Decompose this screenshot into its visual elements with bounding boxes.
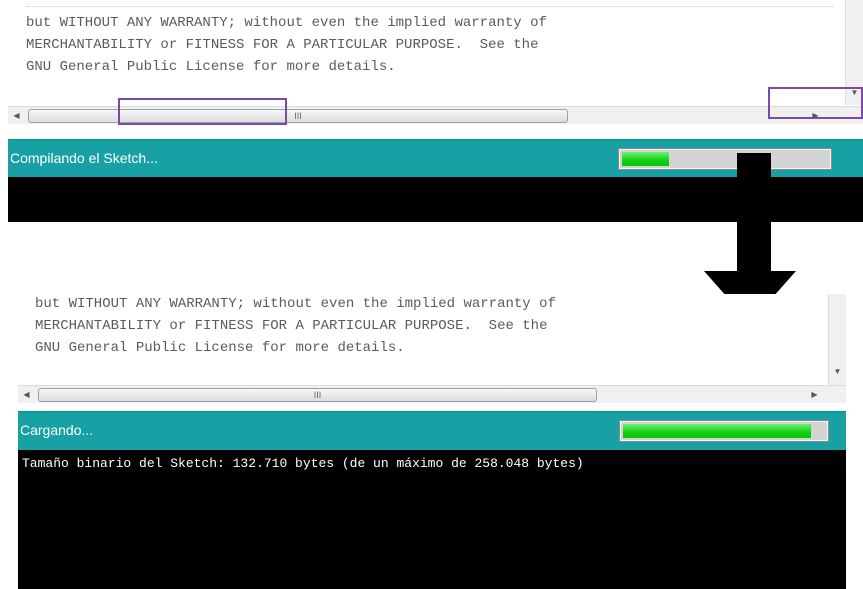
scroll-right-arrow-icon[interactable]: ▶ — [806, 386, 823, 403]
scroll-down-arrow-icon[interactable]: ▼ — [829, 367, 846, 376]
code-editor[interactable]: but WITHOUT ANY WARRANTY; without even t… — [8, 0, 863, 105]
scroll-left-arrow-icon[interactable]: ◀ — [8, 107, 25, 124]
code-editor[interactable]: but WITHOUT ANY WARRANTY; without even t… — [18, 294, 846, 385]
license-line-1: but WITHOUT ANY WARRANTY; without even t… — [26, 15, 547, 31]
highlight-box-scroll-thumb — [118, 98, 287, 125]
status-bar: Cargando... — [18, 411, 846, 450]
scroll-left-arrow-icon[interactable]: ◀ — [18, 386, 35, 403]
status-text: Compilando el Sketch... — [10, 150, 158, 166]
scrollbar-grip: III — [294, 111, 302, 121]
cut-off-text-line — [26, 0, 833, 7]
progress-fill — [623, 424, 811, 438]
license-line-3: GNU General Public License for more deta… — [26, 59, 396, 75]
ide-window-uploading: but WITHOUT ANY WARRANTY; without even t… — [18, 294, 846, 589]
vertical-scrollbar[interactable]: ▼ — [828, 294, 846, 385]
license-line-3: GNU General Public License for more deta… — [35, 340, 405, 356]
status-text: Cargando... — [20, 422, 94, 438]
license-line-2: MERCHANTABILITY or FITNESS FOR A PARTICU… — [26, 37, 539, 53]
horizontal-scrollbar[interactable]: ◀ III ▶ — [18, 385, 846, 403]
console-output: Tamaño binario del Sketch: 132.710 bytes… — [18, 450, 846, 589]
highlight-box-scroll-corner — [768, 87, 863, 119]
scrollbar-grip: III — [313, 390, 322, 400]
scrollbar-thumb[interactable]: III — [28, 109, 568, 123]
progress-fill — [622, 152, 669, 166]
license-line-2: MERCHANTABILITY or FITNESS FOR A PARTICU… — [35, 318, 548, 334]
scrollbar-thumb[interactable]: III — [38, 388, 597, 402]
progress-bar — [619, 420, 829, 442]
license-line-1: but WITHOUT ANY WARRANTY; without even t… — [35, 296, 556, 312]
console-line: Tamaño binario del Sketch: 132.710 bytes… — [22, 456, 584, 471]
